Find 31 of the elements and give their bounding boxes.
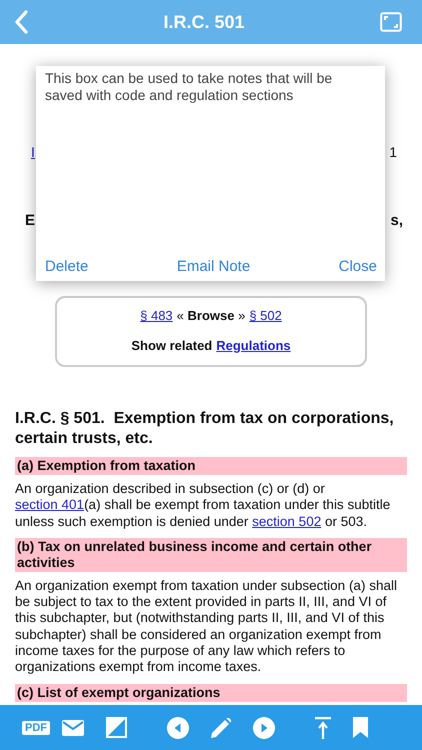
- mail-icon[interactable]: [62, 720, 84, 736]
- subsection-heading: (b) Tax on unrelated business income and certain other activities: [15, 538, 407, 572]
- subsection-heading: (a) Exemption from taxation: [15, 457, 407, 475]
- next-icon[interactable]: [253, 716, 275, 738]
- next-section-link[interactable]: § 502: [249, 308, 282, 323]
- pencil-icon[interactable]: [211, 718, 231, 738]
- text-fragment: E: [25, 212, 36, 229]
- header-title: I.R.C. 501: [163, 12, 245, 32]
- section-title: I.R.C. § 501. Exemption from tax on corporations, certain trusts, etc.: [15, 409, 395, 449]
- back-icon[interactable]: [14, 10, 28, 34]
- popup-button[interactable]: Email Note: [176, 258, 250, 275]
- related-label: Show related: [131, 338, 212, 353]
- text-fragment: s,: [390, 212, 403, 229]
- browse-label: « Browse »: [176, 308, 246, 323]
- scroll-to-top-icon[interactable]: [315, 716, 331, 738]
- note-text-area[interactable]: This box can be used to take notes that will be saved with code and regulation sections: [36, 66, 385, 108]
- subsection-heading: (c) List of exempt organizations: [15, 684, 407, 702]
- paragraph: An organization described in subsection (c) or (d) or section 401(a) shall be exempt from taxation under this subtitle unless such exemption is denied under section 502 or 503.: [15, 481, 392, 530]
- previous-icon[interactable]: [167, 716, 189, 738]
- fullscreen-icon[interactable]: [380, 12, 402, 32]
- section-link[interactable]: section 502: [252, 514, 322, 529]
- previous-section-link[interactable]: § 483: [140, 308, 173, 323]
- popup-button[interactable]: Close: [338, 258, 377, 275]
- text-fragment: 1: [389, 144, 397, 160]
- section-link[interactable]: section 401: [15, 497, 84, 512]
- popup-button[interactable]: Delete: [45, 258, 88, 275]
- add-note-icon[interactable]: [106, 717, 127, 738]
- paragraph: An organization exempt from taxation under subsection (a) shall be subject to tax to the extent provided in parts II, III, and VI of this subchapter, but (notwithstanding parts II, III, and VI of this subchapter) shall be considered an organization exempt from income taxes for the purpose of any law which refers to organizations exempt from income taxes.: [15, 578, 398, 676]
- bookmark-icon[interactable]: [353, 717, 368, 738]
- text-link[interactable]: I: [31, 144, 35, 160]
- regulations-link[interactable]: Regulations: [216, 338, 291, 353]
